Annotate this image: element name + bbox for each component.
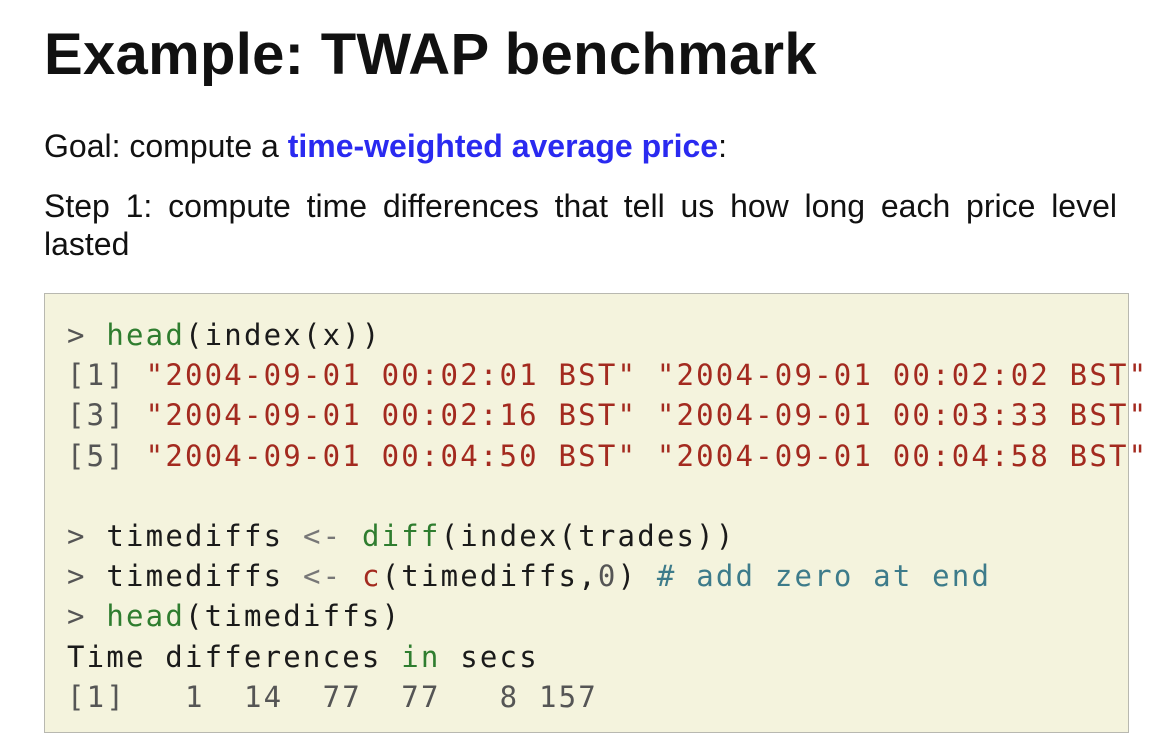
keyword-in: in	[401, 639, 441, 674]
call-close: )	[617, 559, 638, 594]
code-line-4: [5] "2004-09-01 00:04:50 BST" "2004-09-0…	[67, 436, 1148, 476]
code-comment: # add zero at end	[656, 559, 992, 594]
call-args: (index(x))	[184, 318, 382, 352]
slide-title: Example: TWAP benchmark	[44, 22, 817, 87]
code-block: > head(index(x)) [1] "2004-09-01 00:02:01…	[44, 293, 1146, 733]
output-string: "2004-09-01 00:02:01 BST"	[145, 358, 638, 393]
code-line-5: > timediffs <- diff(index(trades))	[67, 516, 1148, 556]
code-line-9: [1] 1 14 77 77 8 157	[67, 677, 1148, 717]
call-args: (timediffs)	[184, 599, 402, 634]
prompt: >	[67, 599, 87, 634]
function-name: head	[106, 599, 185, 634]
output-index: [1]	[67, 679, 126, 714]
prompt: >	[67, 518, 87, 553]
output-number: 1	[184, 679, 205, 714]
call-args: (timediffs,	[381, 559, 598, 594]
output-string: "2004-09-01 00:02:02 BST"	[656, 358, 1149, 393]
function-name: head	[106, 318, 185, 352]
assign-operator: <-	[302, 559, 343, 594]
goal-text: Goal: compute a time-weighted average pr…	[44, 127, 727, 165]
output-index: [3]	[67, 398, 126, 433]
goal-highlight: time-weighted average price	[287, 128, 719, 164]
code-listing: > head(index(x)) [1] "2004-09-01 00:02:01…	[67, 315, 1148, 717]
code-line-3: [3] "2004-09-01 00:02:16 BST" "2004-09-0…	[67, 395, 1148, 435]
output-text: secs	[460, 639, 539, 674]
call-args: (index(trades))	[440, 518, 736, 553]
output-string: "2004-09-01 00:02:16 BST"	[145, 398, 638, 433]
code-line-1: > head(index(x))	[67, 315, 1148, 355]
number-literal: 0	[597, 559, 618, 594]
goal-suffix: :	[718, 128, 727, 164]
variable-name: timediffs	[106, 518, 284, 553]
code-line-2: [1] "2004-09-01 00:02:01 BST" "2004-09-0…	[67, 355, 1148, 395]
function-name: c	[361, 559, 382, 594]
prompt: >	[67, 318, 87, 352]
output-number: 157	[538, 679, 598, 714]
output-string: "2004-09-01 00:04:58 BST"	[656, 438, 1149, 473]
assign-operator: <-	[302, 518, 343, 553]
output-text: Time differences	[67, 639, 382, 674]
output-number: 14	[243, 679, 284, 714]
variable-name: timediffs	[106, 559, 284, 594]
code-line-6: > timediffs <- c(timediffs,0) # add zero…	[67, 556, 1148, 596]
output-number: 77	[401, 679, 441, 714]
code-line-7: > head(timediffs)	[67, 596, 1148, 636]
output-index: [5]	[67, 438, 126, 473]
output-number: 8	[499, 679, 520, 714]
output-string: "2004-09-01 00:03:33 BST"	[656, 398, 1149, 433]
output-number: 77	[322, 679, 362, 714]
prompt: >	[67, 559, 87, 594]
goal-prefix: Goal: compute a	[44, 128, 288, 164]
code-line-8: Time differences in secs	[67, 637, 1148, 677]
output-string: "2004-09-01 00:04:50 BST"	[145, 438, 638, 473]
step1-text: Step 1: compute time differences that te…	[44, 188, 1117, 262]
function-name: diff	[361, 518, 441, 553]
output-index: [1]	[67, 358, 126, 393]
